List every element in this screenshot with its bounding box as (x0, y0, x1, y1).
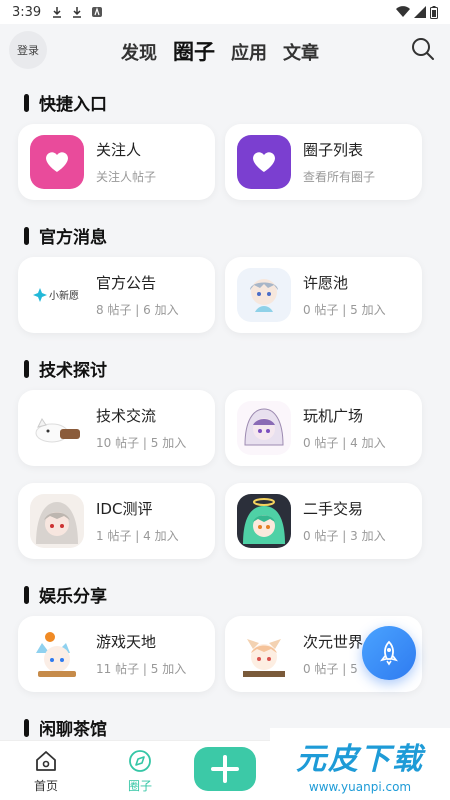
add-post-button[interactable] (194, 747, 256, 791)
compass-icon (129, 750, 151, 772)
card-name: 游戏天地 (96, 633, 157, 651)
card-name: 技术交流 (96, 407, 157, 425)
rocket-button[interactable] (362, 626, 416, 680)
section-title: 技术探讨 (24, 356, 107, 381)
card-official-announcement[interactable]: 小新愿 官方公告 8 帖子 | 6 加入 (18, 257, 215, 333)
rocket-icon (380, 640, 398, 666)
card-sub: 1 帖子 | 4 加入 (96, 529, 179, 543)
card-sub: 0 帖子 | 5 加入 (303, 303, 386, 317)
section-title: 官方消息 (24, 223, 107, 248)
avatar-image (30, 627, 84, 681)
card-sub: 0 帖子 | 4 加入 (303, 436, 386, 450)
card-second-hand[interactable]: 二手交易 0 帖子 | 3 加入 (225, 483, 422, 559)
card-tech-exchange[interactable]: 技术交流 10 帖子 | 5 加入 (18, 390, 215, 466)
card-wishing-pool[interactable]: 许愿池 0 帖子 | 5 加入 (225, 257, 422, 333)
tab-apps[interactable]: 应用 (231, 39, 267, 65)
card-sub: 0 帖子 | 5 (303, 662, 358, 676)
logo-image: 小新愿 (30, 268, 84, 322)
app-notification-icon (92, 7, 103, 17)
card-name: IDC测评 (96, 500, 153, 518)
top-tabs: 发现 圈子 应用 文章 (121, 36, 319, 66)
tab-discover[interactable]: 发现 (121, 39, 157, 65)
card-sub: 11 帖子 | 5 加入 (96, 662, 187, 676)
card-name: 玩机广场 (303, 407, 364, 425)
search-icon[interactable] (410, 36, 436, 62)
avatar-image (237, 494, 291, 548)
plus-icon (211, 755, 239, 783)
signal-icon (414, 6, 426, 18)
download-icon (53, 7, 62, 18)
watermark-title: 元皮下载 (296, 742, 424, 777)
avatar-image (237, 268, 291, 322)
avatar-image (30, 494, 84, 548)
section-title: 快捷入口 (24, 90, 107, 115)
avatar-image (237, 401, 291, 455)
battery-icon (430, 5, 438, 19)
card-name: 二手交易 (303, 500, 364, 518)
status-bar: 3:39 (0, 0, 450, 24)
card-phone-plaza[interactable]: 玩机广场 0 帖子 | 4 加入 (225, 390, 422, 466)
watermark: 元皮下载 www.yuanpi.com (270, 728, 450, 800)
status-time: 3:39 (12, 4, 42, 20)
download-icon (73, 7, 82, 18)
wifi-icon (396, 6, 410, 18)
card-game-world[interactable]: 游戏天地 11 帖子 | 5 加入 (18, 616, 215, 692)
card-sub: 0 帖子 | 3 加入 (303, 529, 386, 543)
card-circle-list[interactable]: 圈子列表 查看所有圈子 (225, 124, 422, 200)
watermark-url: www.yuanpi.com (308, 780, 412, 794)
tab-articles[interactable]: 文章 (283, 39, 319, 65)
card-sub: 关注人帖子 (96, 170, 157, 184)
top-bar: 登录 发现 圈子 应用 文章 (0, 24, 450, 76)
card-idc-review[interactable]: IDC测评 1 帖子 | 4 加入 (18, 483, 215, 559)
home-icon (36, 751, 56, 771)
nav-circle-label: 圈子 (127, 779, 152, 793)
card-followed-users[interactable]: 关注人 关注人帖子 (18, 124, 215, 200)
avatar-image (237, 627, 291, 681)
avatar-image (30, 401, 84, 455)
card-name: 许愿池 (303, 274, 349, 292)
nav-home-label: 首页 (33, 779, 58, 793)
card-name: 次元世界 (303, 633, 364, 651)
card-name: 关注人 (96, 141, 142, 159)
card-name: 官方公告 (96, 274, 157, 292)
tab-circle[interactable]: 圈子 (173, 36, 215, 66)
nav-home[interactable]: 首页 (16, 749, 76, 794)
svg-text:小新愿: 小新愿 (49, 289, 79, 302)
heart-icon (30, 135, 84, 189)
heart-icon (237, 135, 291, 189)
card-name: 圈子列表 (303, 141, 364, 159)
card-sub: 查看所有圈子 (303, 170, 376, 184)
login-button[interactable]: 登录 (9, 31, 47, 69)
section-title: 闲聊茶馆 (24, 715, 107, 740)
section-title: 娱乐分享 (24, 582, 107, 607)
card-sub: 8 帖子 | 6 加入 (96, 303, 179, 317)
card-sub: 10 帖子 | 5 加入 (96, 436, 187, 450)
nav-circle[interactable]: 圈子 (110, 749, 170, 794)
